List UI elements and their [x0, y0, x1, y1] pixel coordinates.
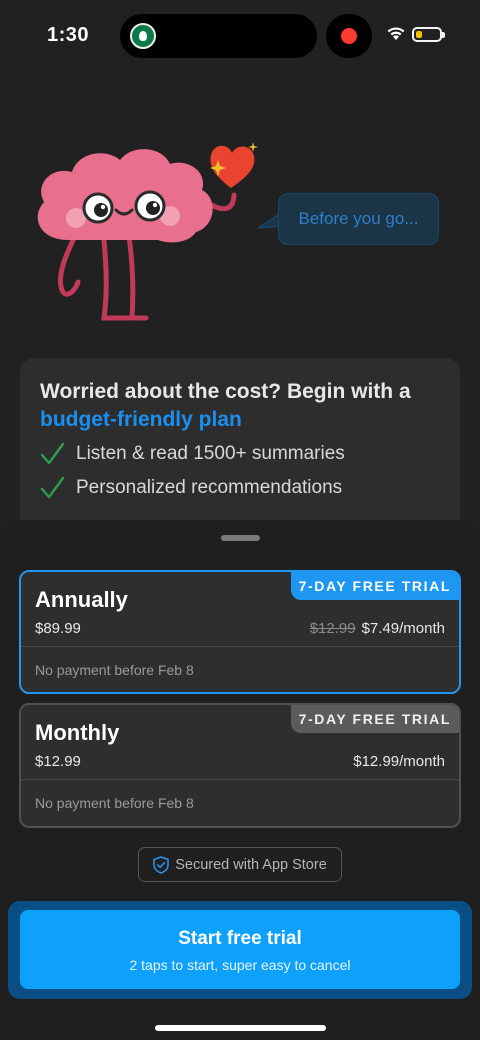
wifi-icon — [387, 27, 405, 40]
divider — [21, 646, 459, 647]
secured-badge: Secured with App Store — [138, 847, 342, 882]
cta-container: Start free trial 2 taps to start, super … — [8, 901, 472, 999]
headline: Worried about the cost? Begin with a bud… — [40, 380, 411, 431]
plan-annually[interactable]: 7-DAY FREE TRIAL Annually $89.99 $12.99 $… — [19, 570, 461, 694]
start-free-trial-button[interactable]: Start free trial 2 taps to start, super … — [20, 910, 460, 989]
cta-subtitle: 2 taps to start, super easy to cancel — [129, 957, 351, 973]
plan-monthly-price: $12.99/month — [353, 753, 445, 770]
plan-monthly[interactable]: 7-DAY FREE TRIAL Monthly $12.99 $12.99/m… — [19, 703, 461, 828]
plan-name: Annually — [35, 587, 128, 612]
brain-character-icon — [37, 142, 258, 321]
paywall-sheet: 7-DAY FREE TRIAL Annually $89.99 $12.99 $… — [0, 520, 480, 1040]
record-dot-icon — [341, 28, 357, 44]
battery-icon — [412, 27, 445, 42]
checkmark-icon — [40, 442, 64, 465]
shield-check-icon — [153, 855, 170, 874]
plan-price: $89.99 — [35, 620, 81, 637]
recording-indicator — [326, 14, 372, 58]
feature-item: Personalized recommendations — [40, 474, 440, 502]
original-price: $12.99 — [309, 620, 356, 637]
dynamic-island — [120, 14, 317, 58]
free-trial-badge: 7-DAY FREE TRIAL — [290, 572, 459, 600]
cta-title: Start free trial — [178, 928, 302, 949]
clock: 1:30 — [47, 24, 90, 46]
starbucks-icon — [130, 23, 156, 49]
headline-accent: budget-friendly plan — [40, 408, 242, 431]
sheet-grabber[interactable] — [221, 535, 260, 541]
free-trial-badge: 7-DAY FREE TRIAL — [290, 705, 459, 733]
status-bar: 1:30 — [0, 0, 480, 72]
plan-name: Monthly — [35, 720, 120, 745]
plan-monthly-price: $12.99 $7.49/month — [309, 620, 445, 637]
payment-note: No payment before Feb 8 — [35, 662, 194, 678]
feature-item: Listen & read 1500+ summaries — [40, 440, 440, 468]
plan-price: $12.99 — [35, 753, 81, 770]
divider — [21, 779, 459, 780]
checkmark-icon — [40, 476, 64, 499]
home-indicator[interactable] — [155, 1025, 326, 1031]
speech-bubble: Before you go... — [278, 193, 439, 245]
payment-note: No payment before Feb 8 — [35, 795, 194, 811]
